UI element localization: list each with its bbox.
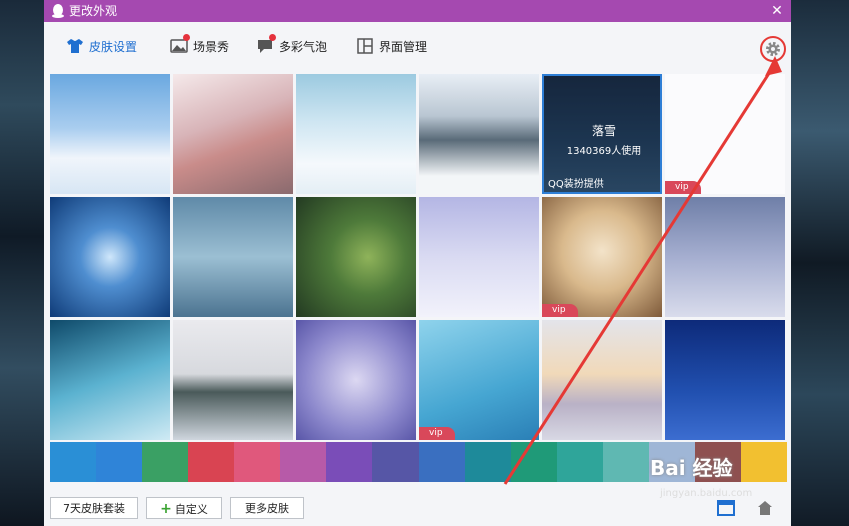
skin-tile[interactable]	[542, 320, 662, 440]
color-swatch[interactable]	[50, 442, 97, 482]
color-swatch[interactable]	[510, 442, 557, 482]
skin-tile[interactable]	[665, 197, 785, 317]
skin-tile[interactable]	[173, 197, 293, 317]
color-swatch[interactable]	[234, 442, 281, 482]
skin-tile[interactable]	[419, 74, 539, 194]
color-swatch[interactable]	[418, 442, 465, 482]
skin-tile-hovered[interactable]: 落雪 1340369人使用 QQ装扮提供	[542, 74, 662, 194]
skin-name: 落雪	[591, 124, 616, 138]
vip-badge: vip	[542, 304, 578, 317]
close-button[interactable]: ✕	[769, 2, 785, 20]
gear-icon	[766, 42, 780, 56]
skin-tile[interactable]: vip	[419, 320, 539, 440]
appearance-window: 更改外观 ✕ 皮肤设置 场景秀 多彩气泡 界面管理 落雪 1340369人使用 …	[44, 0, 791, 526]
color-swatch[interactable]	[740, 442, 787, 482]
tab-skin-settings[interactable]: 皮肤设置	[66, 34, 137, 58]
color-swatch[interactable]	[142, 442, 189, 482]
tab-label: 多彩气泡	[279, 39, 328, 54]
skin-tile[interactable]: vip	[665, 74, 785, 194]
seven-day-skin-set-button[interactable]: 7天皮肤套装	[50, 497, 138, 519]
skin-tile[interactable]	[296, 74, 416, 194]
skin-tile[interactable]	[296, 320, 416, 440]
custom-skin-button[interactable]: + 自定义	[146, 497, 222, 519]
skin-user-count: 1340369人使用	[566, 146, 642, 157]
desktop-background-left	[0, 0, 44, 526]
color-swatch[interactable]	[96, 442, 143, 482]
skin-tile[interactable]	[296, 197, 416, 317]
notification-dot	[269, 34, 276, 41]
tab-label: 皮肤设置	[89, 39, 138, 54]
custom-label: 自定义	[174, 503, 208, 516]
tab-scene-show[interactable]: 场景秀	[170, 34, 229, 58]
skin-tile[interactable]	[173, 74, 293, 194]
color-swatch[interactable]	[280, 442, 327, 482]
color-swatch[interactable]	[602, 442, 649, 482]
window-mode-icon[interactable]	[717, 500, 735, 516]
tab-label: 界面管理	[379, 39, 428, 54]
vip-badge: vip	[419, 427, 455, 440]
skin-tile[interactable]	[50, 320, 170, 440]
color-swatch[interactable]	[372, 442, 419, 482]
color-swatch[interactable]	[556, 442, 603, 482]
skin-tile[interactable]	[50, 74, 170, 194]
color-swatch[interactable]	[464, 442, 511, 482]
window-title: 更改外观	[69, 4, 118, 18]
skin-tile[interactable]	[419, 197, 539, 317]
tshirt-icon	[66, 37, 84, 55]
skin-tile[interactable]	[665, 320, 785, 440]
desktop-background-right	[791, 0, 849, 526]
skin-tile[interactable]: vip	[542, 197, 662, 317]
tab-bar: 皮肤设置 场景秀 多彩气泡 界面管理	[44, 22, 791, 70]
title-bar[interactable]: 更改外观 ✕	[44, 0, 791, 22]
plus-icon: +	[160, 501, 172, 517]
tab-colorful-bubbles[interactable]: 多彩气泡	[256, 34, 327, 58]
color-swatch[interactable]	[188, 442, 235, 482]
skin-grid: 落雪 1340369人使用 QQ装扮提供 vip vip vip	[50, 74, 787, 442]
watermark: Bai 经验	[650, 456, 733, 480]
color-swatch[interactable]	[326, 442, 373, 482]
picture-icon	[170, 34, 190, 55]
skin-manager-icon[interactable]	[756, 499, 774, 517]
qq-penguin-icon	[52, 4, 64, 18]
skin-provider: QQ装扮提供	[548, 179, 604, 190]
settings-gear-button[interactable]	[760, 36, 786, 62]
skin-tile[interactable]	[50, 197, 170, 317]
hover-overlay: 落雪 1340369人使用 QQ装扮提供	[542, 74, 662, 194]
tab-label: 场景秀	[193, 39, 230, 54]
vip-badge: vip	[665, 181, 701, 194]
more-skins-button[interactable]: 更多皮肤	[230, 497, 304, 519]
watermark-url: jingyan.baidu.com	[660, 488, 753, 499]
notification-dot	[183, 34, 190, 41]
chat-bubble-icon	[256, 34, 276, 55]
skin-tile[interactable]	[173, 320, 293, 440]
layout-icon	[356, 37, 374, 55]
tab-interface-management[interactable]: 界面管理	[356, 34, 427, 58]
